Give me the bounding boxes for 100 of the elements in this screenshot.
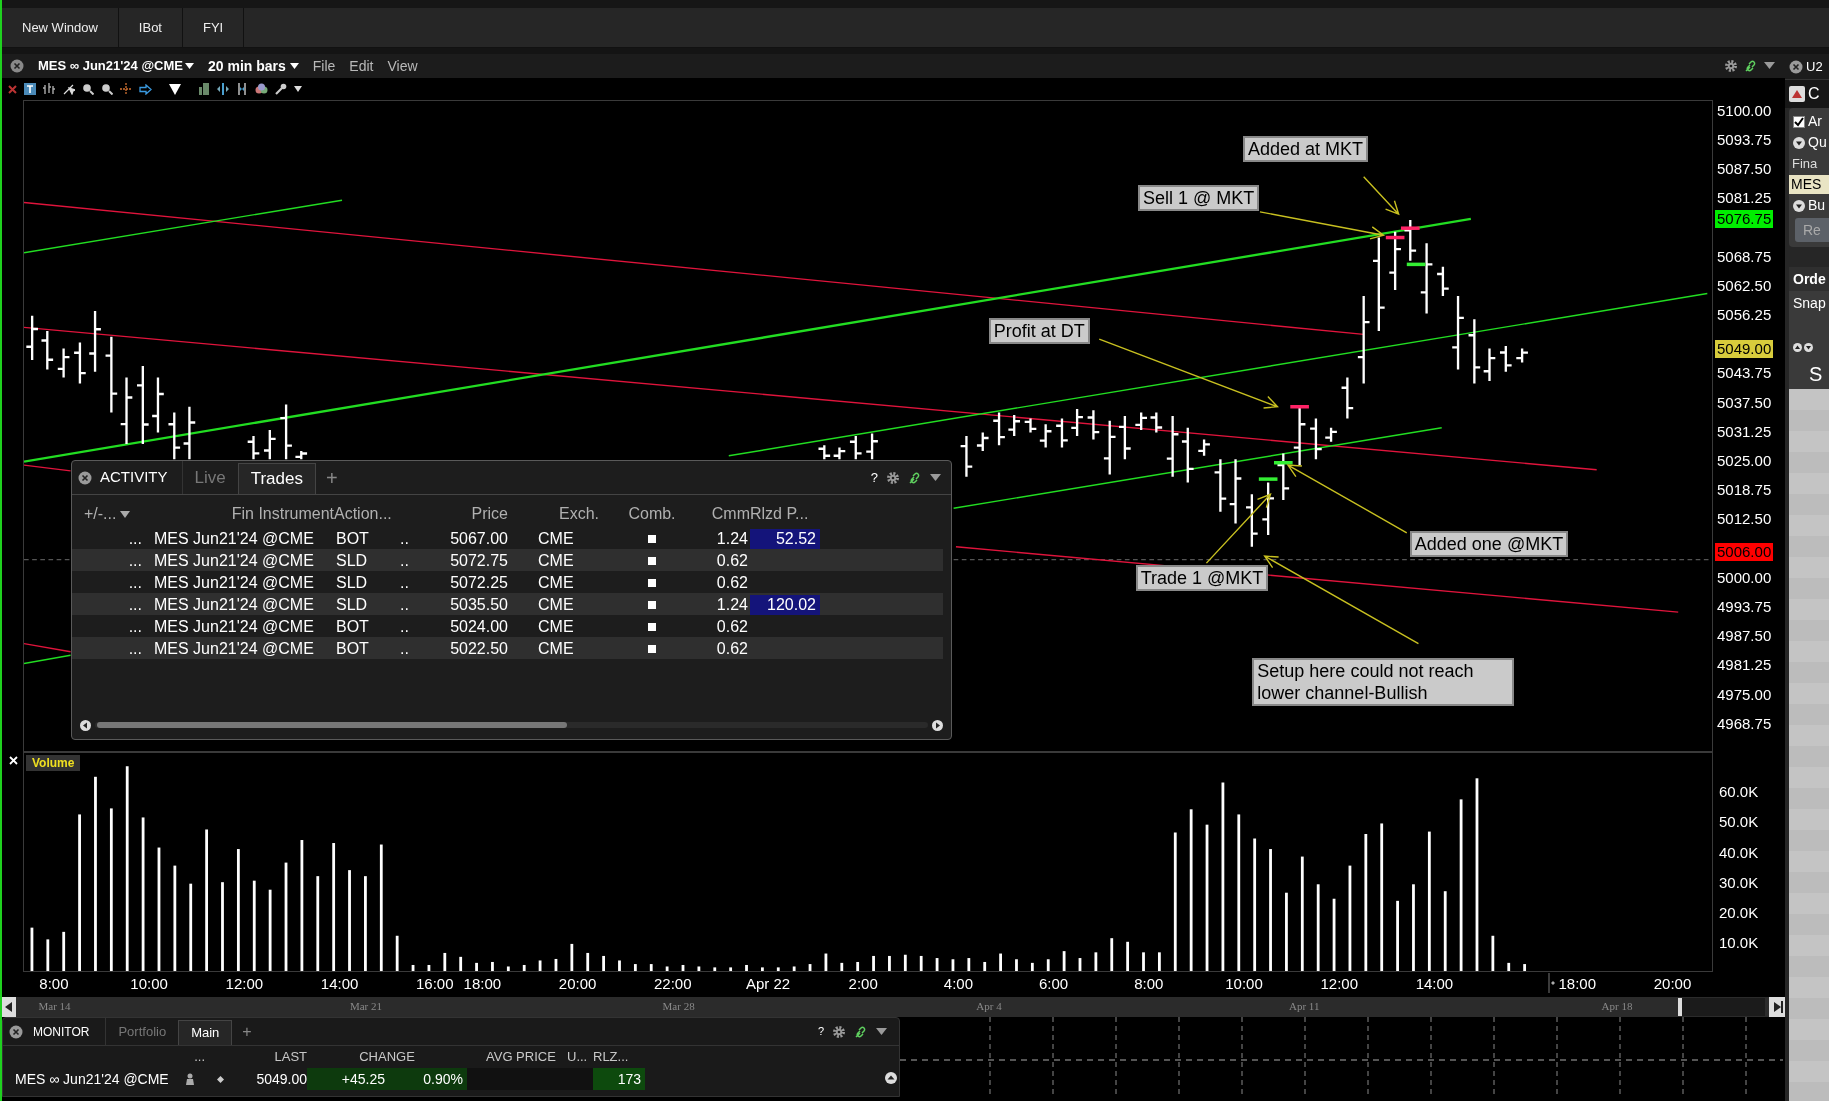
split-icon[interactable] — [217, 83, 229, 95]
caret-icon[interactable] — [289, 63, 299, 69]
settings-icon[interactable] — [886, 470, 900, 485]
column-header[interactable]: Price — [434, 502, 508, 526]
settings-icon[interactable] — [832, 1024, 846, 1039]
tab[interactable]: Trades — [237, 463, 316, 494]
link-icon[interactable] — [854, 1024, 868, 1039]
link-icon[interactable] — [1744, 59, 1758, 73]
leader-line[interactable] — [1263, 555, 1420, 645]
help-button[interactable]: ? — [870, 467, 878, 488]
leader-line[interactable] — [1098, 338, 1279, 409]
date-label: Mar 21 — [349, 1000, 382, 1013]
help-button[interactable]: ? — [817, 1023, 824, 1040]
column-header[interactable]: ... — [175, 1047, 205, 1067]
close-icon[interactable] — [78, 470, 92, 485]
column-header[interactable]: Rlzd P... — [750, 502, 826, 526]
symbol-dropdown[interactable]: MES ∞ Jun21'24 @CME — [38, 56, 194, 76]
caret-icon[interactable] — [876, 1027, 887, 1036]
annotation-label[interactable]: Trade 1 @MKT — [1135, 564, 1269, 591]
column-header[interactable]: Exch. — [508, 502, 612, 526]
arrow-icon[interactable] — [139, 83, 152, 95]
annotation-label[interactable]: Added at MKT — [1243, 136, 1369, 163]
zoom-out-icon[interactable] — [101, 83, 113, 95]
section-label[interactable]: Qu — [1808, 132, 1827, 153]
column-header[interactable]: LAST — [235, 1047, 307, 1067]
column-header[interactable]: Fin Instrument — [146, 502, 334, 526]
scroll-up-icon[interactable] — [885, 1072, 897, 1084]
menu-item[interactable]: Edit — [349, 55, 374, 77]
tab[interactable]: Portfolio — [106, 1018, 179, 1045]
input-field[interactable]: MES — [1789, 175, 1829, 194]
section-label[interactable]: Bu — [1808, 195, 1826, 216]
column-header[interactable]: RLZ... — [593, 1047, 645, 1067]
date-label: Apr 11 — [1288, 1000, 1320, 1013]
scrollbar-thumb[interactable] — [97, 722, 567, 728]
circles-icon[interactable] — [255, 83, 268, 95]
navigator-thumb[interactable] — [1678, 998, 1765, 1016]
expand-icon[interactable] — [1793, 199, 1805, 212]
checkbox[interactable] — [1793, 115, 1805, 128]
add-tab-button[interactable]: + — [316, 461, 348, 494]
volume-bar — [1046, 959, 1050, 971]
caret-icon[interactable] — [294, 86, 302, 92]
annotation-label[interactable]: Profit at DT — [988, 317, 1090, 344]
link-icon[interactable] — [908, 470, 922, 485]
columns-icon[interactable] — [198, 83, 210, 95]
trend-line[interactable] — [728, 292, 1709, 457]
volume-bar — [459, 956, 463, 971]
annotation-label[interactable]: Added one @MKT — [1409, 530, 1569, 557]
wrench-icon[interactable] — [275, 83, 287, 95]
leader-line[interactable] — [1286, 464, 1408, 534]
caret-icon[interactable] — [1764, 62, 1775, 70]
expand-icon[interactable] — [1793, 136, 1805, 149]
column-header[interactable]: U... — [567, 1047, 593, 1067]
pane-label: Volume — [26, 755, 81, 771]
axis-label: 8:00 — [39, 975, 69, 993]
annotation-label[interactable]: Sell 1 @ MKT — [1138, 185, 1260, 212]
leader-line[interactable] — [1205, 493, 1272, 564]
column-header[interactable]: +/-... — [84, 502, 146, 526]
scrollbar-track[interactable] — [95, 722, 928, 728]
zoom-in-icon[interactable] — [82, 83, 94, 95]
crosshair-icon[interactable] — [120, 83, 132, 95]
leader-line[interactable] — [1363, 176, 1400, 216]
sort-icon[interactable] — [1793, 342, 1813, 352]
add-tab-button[interactable]: + — [232, 1018, 262, 1045]
close-icon[interactable] — [9, 1024, 23, 1039]
trend-line[interactable] — [24, 654, 72, 665]
navigator-track[interactable]: Mar 14 Mar 21 Mar 28 Apr 4 Apr 11 Apr 18 — [16, 997, 1769, 1017]
scroll-left-icon[interactable] — [2, 997, 16, 1017]
column-header[interactable]: Action... — [334, 502, 390, 526]
trend-line[interactable] — [24, 217, 1472, 463]
tab[interactable]: Main — [178, 1020, 233, 1045]
close-icon[interactable] — [1789, 59, 1803, 74]
split-icon[interactable] — [236, 83, 248, 95]
column-header[interactable]: AVG PRICE — [467, 1047, 567, 1067]
scroll-right-icon[interactable] — [1769, 997, 1785, 1017]
caret-icon[interactable] — [930, 473, 941, 482]
annotation-label[interactable]: Setup here could not reach lower channel-Bullish — [1252, 658, 1515, 707]
column-header[interactable]: Comb. — [612, 502, 692, 526]
bars-icon[interactable] — [43, 83, 56, 95]
bar-size-dropdown[interactable]: 20 min bars — [207, 55, 299, 77]
text-tool-icon[interactable] — [24, 83, 36, 95]
table-cell-text: ... — [127, 551, 143, 571]
trend-line[interactable] — [24, 326, 1598, 471]
scroll-left-icon[interactable] — [80, 719, 91, 731]
square-icon — [648, 557, 656, 565]
cursor-icon[interactable] — [63, 83, 75, 95]
column-header[interactable]: Cmm — [692, 502, 750, 526]
table-cell-text: .. — [399, 529, 410, 549]
caret-icon[interactable] — [184, 63, 194, 69]
menu-item[interactable]: File — [312, 55, 336, 77]
leader-line[interactable] — [1259, 211, 1386, 240]
menu-item[interactable]: View — [387, 55, 418, 77]
panel-subtitle: Snap — [1792, 294, 1827, 313]
column-header[interactable]: S — [1789, 359, 1829, 389]
filter-icon[interactable] — [169, 83, 181, 95]
settings-icon[interactable] — [1724, 59, 1738, 73]
trend-line[interactable] — [952, 427, 1443, 509]
column-header[interactable]: CHANGE — [307, 1047, 467, 1067]
volume-bar — [1078, 958, 1082, 971]
scroll-right-icon[interactable] — [932, 719, 943, 731]
caret-icon[interactable] — [120, 510, 131, 518]
